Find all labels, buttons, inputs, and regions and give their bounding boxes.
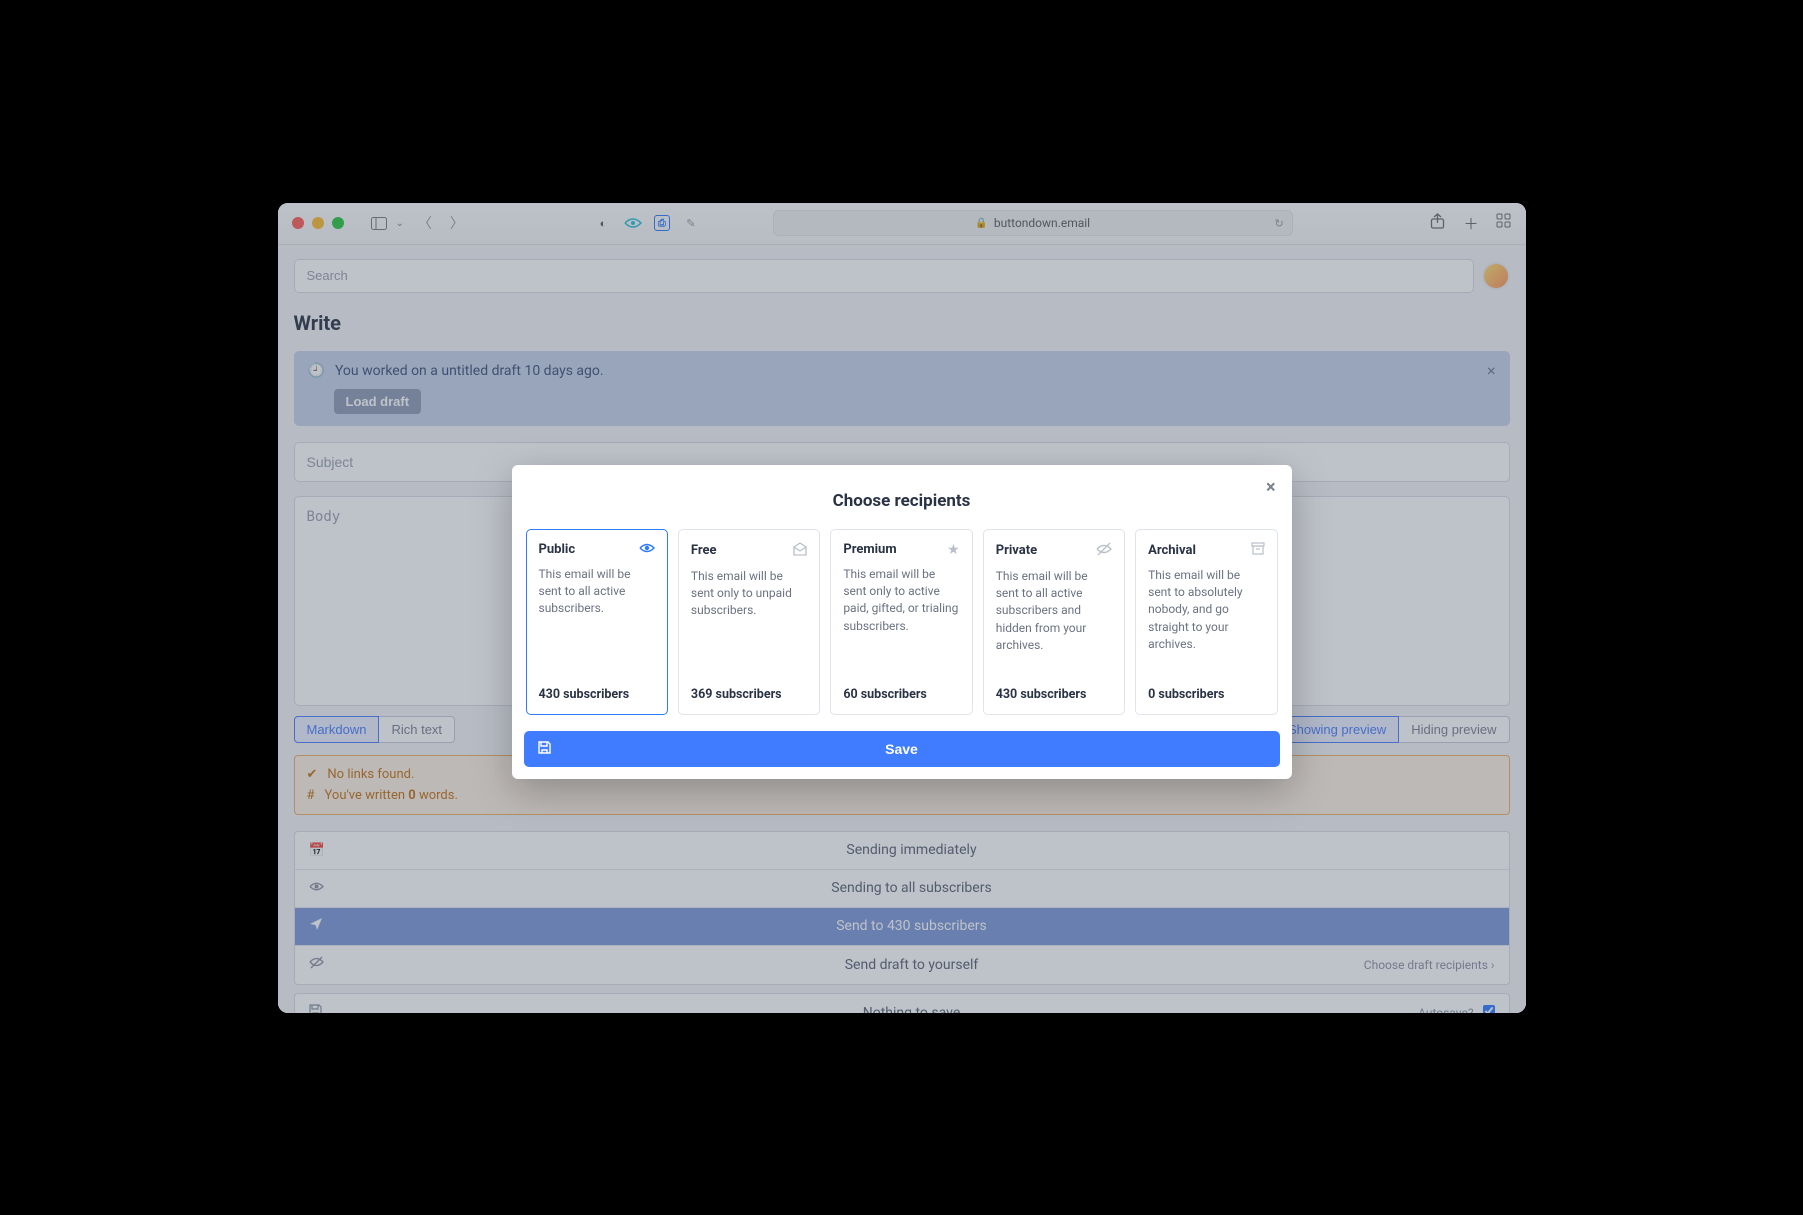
eye-off-icon <box>1096 542 1112 560</box>
star-icon: ★ <box>947 542 960 558</box>
card-desc: This email will be sent only to active p… <box>843 566 959 677</box>
card-count: 430 subscribers <box>539 687 655 702</box>
card-name: Premium <box>843 542 896 557</box>
mac-window: ⌄ 〈 〉 ◐ ⎙ ✎ 🔒 buttondown.email ↻ ＋ <box>278 203 1526 1013</box>
card-desc: This email will be sent to all active su… <box>996 568 1112 677</box>
card-desc: This email will be sent only to unpaid s… <box>691 568 807 677</box>
card-name: Free <box>691 543 717 558</box>
card-count: 430 subscribers <box>996 687 1112 702</box>
recipient-card-premium[interactable]: Premium ★ This email will be sent only t… <box>830 529 972 715</box>
recipient-card-private[interactable]: Private This email will be sent to all a… <box>983 529 1125 715</box>
close-modal-button[interactable]: × <box>1266 477 1276 498</box>
card-count: 0 subscribers <box>1148 687 1264 702</box>
choose-recipients-modal: × Choose recipients Public This email wi… <box>512 465 1292 779</box>
card-name: Public <box>539 542 576 557</box>
recipient-card-archival[interactable]: Archival This email will be sent to abso… <box>1135 529 1277 715</box>
eye-icon <box>639 542 655 558</box>
card-name: Archival <box>1148 543 1196 558</box>
recipient-cards: Public This email will be sent to all ac… <box>524 529 1280 731</box>
card-count: 60 subscribers <box>843 687 959 702</box>
save-icon <box>538 741 551 757</box>
save-button-label: Save <box>885 741 918 757</box>
modal-overlay[interactable]: × Choose recipients Public This email wi… <box>278 203 1526 1013</box>
recipient-card-public[interactable]: Public This email will be sent to all ac… <box>526 529 668 715</box>
envelope-open-icon <box>793 542 807 560</box>
card-desc: This email will be sent to all active su… <box>539 566 655 677</box>
archive-icon <box>1251 542 1265 559</box>
modal-title: Choose recipients <box>524 491 1280 511</box>
recipient-card-free[interactable]: Free This email will be sent only to unp… <box>678 529 820 715</box>
card-desc: This email will be sent to absolutely no… <box>1148 567 1264 677</box>
card-count: 369 subscribers <box>691 687 807 702</box>
save-button[interactable]: Save <box>524 731 1280 767</box>
card-name: Private <box>996 543 1037 558</box>
